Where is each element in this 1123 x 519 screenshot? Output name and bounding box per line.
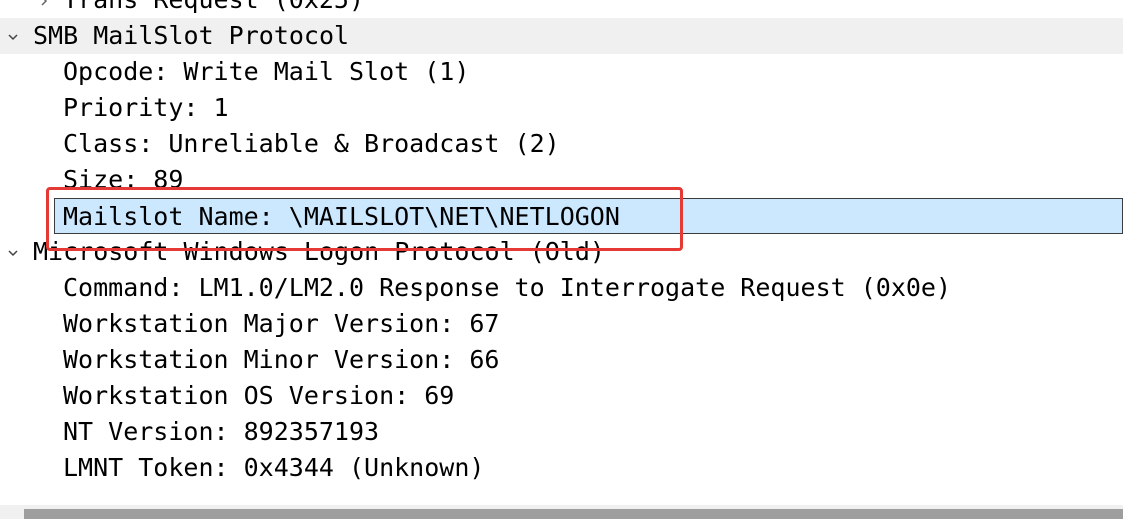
tree-row-trans-request[interactable]: Trans Request (0x25) [0, 0, 1123, 18]
field-class-text: Class: Unreliable & Broadcast (2) [63, 129, 560, 158]
field-major-version[interactable]: Workstation Major Version: 67 [0, 306, 1123, 342]
field-class[interactable]: Class: Unreliable & Broadcast (2) [0, 126, 1123, 162]
field-nt-version[interactable]: NT Version: 892357193 [0, 414, 1123, 450]
field-priority[interactable]: Priority: 1 [0, 90, 1123, 126]
field-minor-version[interactable]: Workstation Minor Version: 66 [0, 342, 1123, 378]
field-opcode-text: Opcode: Write Mail Slot (1) [63, 57, 470, 86]
field-nt-version-text: NT Version: 892357193 [63, 417, 380, 446]
chevron-down-icon[interactable] [3, 18, 23, 54]
scrollbar-thumb[interactable] [24, 509, 1123, 519]
chevron-right-icon[interactable] [34, 0, 54, 18]
field-major-version-text: Workstation Major Version: 67 [63, 309, 500, 338]
field-opcode[interactable]: Opcode: Write Mail Slot (1) [0, 54, 1123, 90]
field-lmnt-token[interactable]: LMNT Token: 0x4344 (Unknown) [0, 450, 1123, 486]
field-command-text: Command: LM1.0/LM2.0 Response to Interro… [63, 273, 952, 302]
tree-label-smb-mailslot: SMB MailSlot Protocol [33, 21, 350, 50]
tree-row-ms-logon[interactable]: Microsoft Windows Logon Protocol (Old) [0, 234, 1123, 270]
field-size-text: Size: 89 [63, 165, 184, 194]
field-lmnt-token-text: LMNT Token: 0x4344 (Unknown) [63, 453, 485, 482]
tree-label-trans-request: Trans Request (0x25) [63, 0, 364, 18]
field-size[interactable]: Size: 89 [0, 162, 1123, 198]
field-minor-version-text: Workstation Minor Version: 66 [63, 345, 500, 374]
field-command[interactable]: Command: LM1.0/LM2.0 Response to Interro… [0, 270, 1123, 306]
field-os-version[interactable]: Workstation OS Version: 69 [0, 378, 1123, 414]
field-os-version-text: Workstation OS Version: 69 [63, 381, 455, 410]
field-priority-text: Priority: 1 [63, 93, 229, 122]
field-mailslot-name-text: Mailslot Name: \MAILSLOT\NET\NETLOGON [63, 202, 620, 231]
tree-label-ms-logon: Microsoft Windows Logon Protocol (Old) [33, 237, 605, 266]
horizontal-scrollbar[interactable] [0, 505, 1123, 519]
field-mailslot-name[interactable]: Mailslot Name: \MAILSLOT\NET\NETLOGON [54, 198, 1123, 234]
chevron-down-icon[interactable] [3, 234, 23, 270]
tree-row-smb-mailslot[interactable]: SMB MailSlot Protocol [0, 18, 1123, 54]
